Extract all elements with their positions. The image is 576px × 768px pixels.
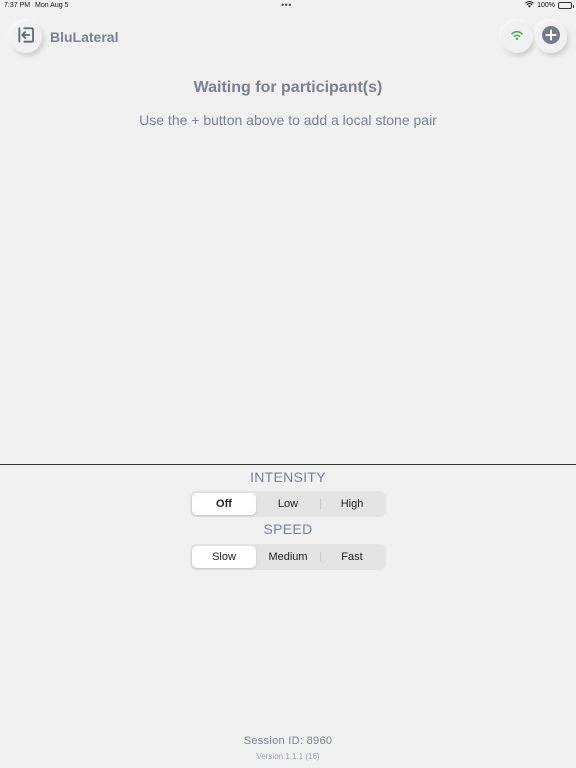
speed-fast[interactable]: Fast: [320, 546, 384, 568]
exit-button[interactable]: [10, 21, 42, 53]
connection-button[interactable]: [501, 21, 533, 53]
session-id: Session ID: 8960: [243, 735, 333, 747]
intensity-low[interactable]: Low: [256, 493, 320, 515]
battery-icon: [558, 2, 574, 9]
intensity-label: INTENSITY: [250, 469, 326, 485]
waiting-subtitle: Use the + button above to add a local st…: [139, 112, 437, 128]
status-bar: 7:37 PM Mon Aug 5 ••• 100%: [0, 0, 576, 12]
status-right: 100%: [525, 1, 574, 10]
app-version: Version 1.1.1 (16): [256, 752, 320, 761]
exit-arrow-icon: [16, 25, 36, 50]
speed-label: SPEED: [263, 521, 313, 537]
speed-segmented-control: Slow Medium Fast: [190, 544, 386, 570]
add-stone-button[interactable]: [535, 21, 567, 53]
speed-medium[interactable]: Medium: [256, 546, 320, 568]
intensity-segmented-control: Off Low High: [190, 491, 386, 517]
wifi-icon: [510, 28, 524, 46]
waiting-title: Waiting for participant(s): [193, 79, 383, 96]
battery-percent: 100%: [537, 2, 555, 9]
speed-slow[interactable]: Slow: [192, 546, 256, 568]
multitasking-dots[interactable]: •••: [281, 0, 292, 10]
intensity-high[interactable]: High: [320, 493, 384, 515]
status-date: Mon Aug 5: [35, 2, 69, 9]
app-title: BluLateral: [50, 29, 119, 45]
status-wifi-icon: [525, 1, 534, 10]
divider: [0, 464, 576, 465]
plus-circle-icon: [541, 25, 561, 50]
status-time: 7:37 PM: [4, 2, 31, 9]
intensity-off[interactable]: Off: [192, 493, 256, 515]
nav-bar: BluLateral: [0, 20, 576, 56]
